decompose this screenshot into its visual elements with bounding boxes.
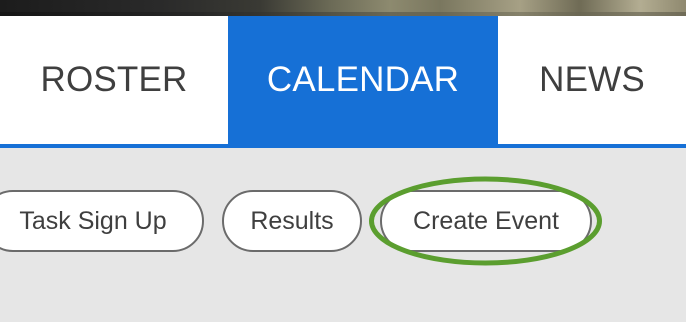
task-sign-up-button[interactable]: Task Sign Up — [0, 190, 204, 252]
main-nav: ROSTER CALENDAR NEWS — [0, 16, 686, 144]
nav-tab-calendar[interactable]: CALENDAR — [228, 16, 498, 144]
nav-tab-roster[interactable]: ROSTER — [0, 16, 228, 144]
calendar-action-bar: Task Sign Up Results Create Event — [0, 148, 686, 322]
header-photo-strip — [0, 0, 686, 16]
nav-tab-news[interactable]: NEWS — [498, 16, 686, 144]
create-event-button[interactable]: Create Event — [380, 190, 592, 252]
results-button[interactable]: Results — [222, 190, 362, 252]
